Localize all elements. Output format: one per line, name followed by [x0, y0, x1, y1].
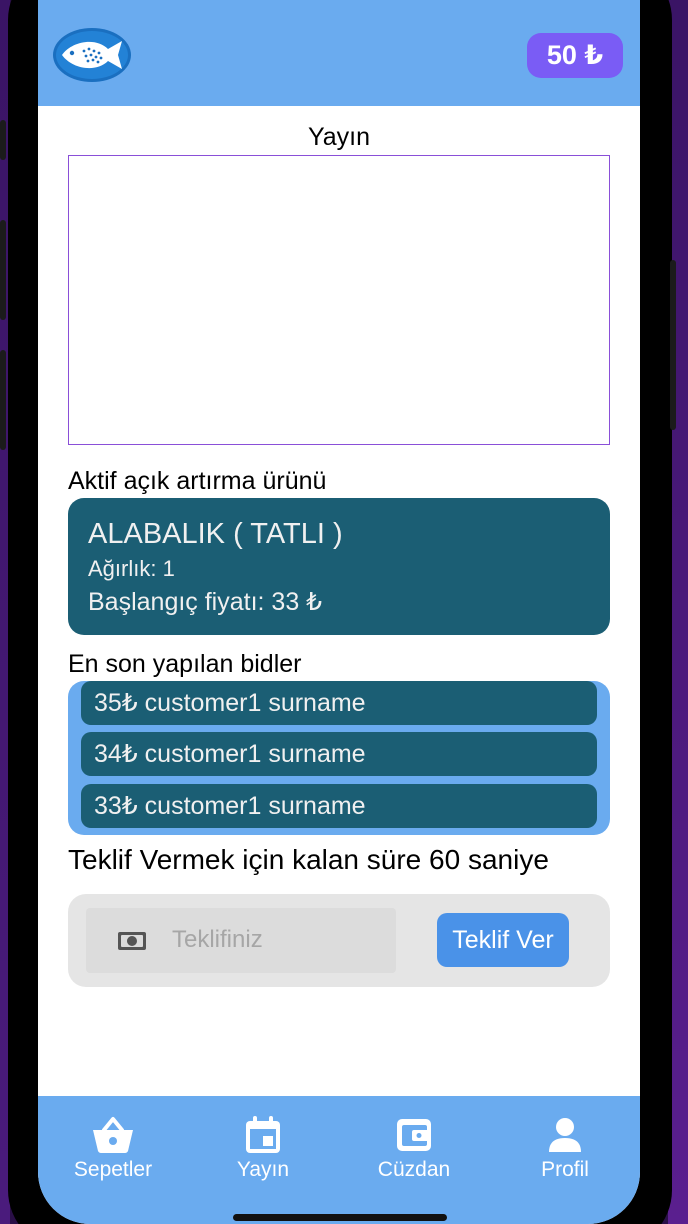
volume-down-button	[0, 350, 6, 450]
tab-bar: Sepetler Yayın Cüzdan Profil	[38, 1096, 640, 1224]
person-icon	[549, 1118, 581, 1152]
header-bar: 50 ₺	[38, 0, 640, 106]
tab-cuzdan[interactable]: Cüzdan	[354, 1116, 474, 1196]
money-icon	[118, 932, 146, 950]
calendar-icon	[246, 1116, 280, 1153]
fish-logo-icon	[53, 28, 131, 82]
tab-sepetler[interactable]: Sepetler	[53, 1116, 173, 1196]
bid-input-container	[86, 908, 396, 973]
product-weight: Ağırlık: 1	[88, 556, 175, 581]
bids-section-title: En son yapılan bidler	[68, 650, 302, 678]
countdown-text: Teklif Vermek için kalan süre 60 saniye	[68, 844, 549, 875]
bid-form: Teklif Ver	[68, 894, 610, 987]
product-start-price: Başlangıç fiyatı: 33 ₺	[88, 588, 323, 616]
wallet-icon	[397, 1119, 431, 1151]
tab-yayin[interactable]: Yayın	[203, 1116, 323, 1196]
balance-badge[interactable]: 50 ₺	[527, 33, 623, 78]
volume-up-button	[0, 220, 6, 320]
stream-video-area[interactable]	[68, 155, 610, 445]
bid-list-item: 33₺ customer1 surname	[81, 784, 597, 828]
place-bid-button[interactable]: Teklif Ver	[437, 913, 569, 967]
side-button	[0, 120, 6, 160]
auction-section-title: Aktif açık artırma ürünü	[68, 467, 327, 495]
bid-list[interactable]: 35₺ customer1 surname 34₺ customer1 surn…	[68, 681, 610, 835]
tab-label: Profil	[541, 1158, 589, 1181]
bid-amount-input[interactable]	[172, 920, 382, 960]
bid-list-item: 35₺ customer1 surname	[81, 681, 597, 725]
tab-label: Sepetler	[73, 1158, 153, 1181]
product-name: ALABALIK ( TATLI )	[88, 518, 343, 550]
stream-title: Yayın	[307, 123, 371, 151]
tab-label: Yayın	[236, 1158, 290, 1181]
tab-label: Cüzdan	[377, 1158, 451, 1181]
home-indicator[interactable]	[233, 1214, 447, 1221]
bid-list-item: 34₺ customer1 surname	[81, 732, 597, 776]
product-card: ALABALIK ( TATLI ) Ağırlık: 1 Başlangıç …	[68, 498, 610, 635]
power-button	[670, 260, 676, 430]
app-screen: 50 ₺ Yayın Aktif açık artırma ürünü ALAB…	[38, 0, 640, 1224]
tab-profil[interactable]: Profil	[505, 1116, 625, 1196]
basket-icon	[93, 1117, 133, 1153]
